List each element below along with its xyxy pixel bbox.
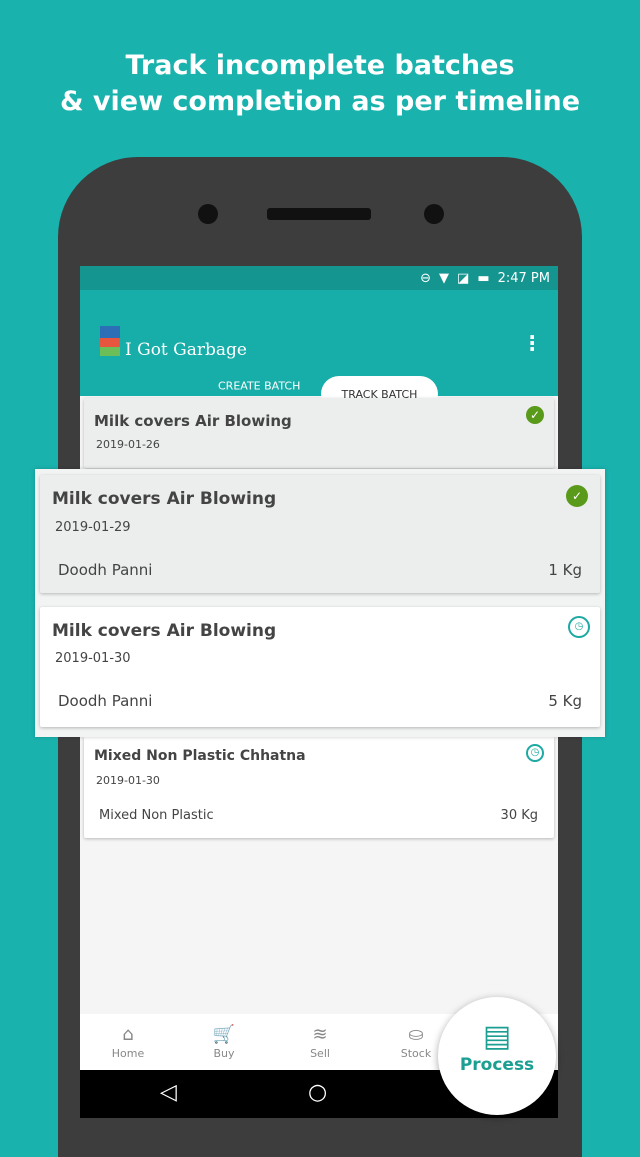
batch-date: 2019-01-30 <box>55 651 131 666</box>
clock: 2:47 PM <box>497 270 550 286</box>
batch-date: 2019-01-29 <box>55 520 131 535</box>
batch-title: Milk covers Air Blowing <box>94 412 292 430</box>
headline: Track incomplete batches & view completi… <box>0 48 640 120</box>
home-circle-icon[interactable]: ○ <box>308 1080 327 1105</box>
dnd-icon: ⊖ <box>420 270 432 286</box>
headline-line2: & view completion as per timeline <box>59 86 581 117</box>
battery-icon: ▬ <box>477 270 490 286</box>
batch-title: Milk covers Air Blowing <box>52 621 277 641</box>
clock-icon: ◷ <box>526 744 544 762</box>
batch-card[interactable]: Milk covers Air Blowing 2019-01-29 Doodh… <box>40 475 600 593</box>
wifi-icon: ▼ <box>439 270 450 286</box>
process-icon: ▤ <box>482 1019 512 1054</box>
cart-icon: 🛒 <box>212 1024 236 1045</box>
coins-icon: ≋ <box>312 1024 328 1045</box>
app-logo <box>100 326 120 356</box>
batch-card[interactable]: Milk covers Air Blowing 2019-01-30 Doodh… <box>40 607 600 727</box>
status-bar: ⊖ ▼ ◪ ▬ 2:47 PM <box>80 266 558 290</box>
clock-icon: ◷ <box>568 616 590 638</box>
batch-title: Milk covers Air Blowing <box>52 489 277 509</box>
check-circle-icon: ✓ <box>566 485 588 507</box>
batch-date: 2019-01-26 <box>96 438 160 451</box>
tab-create-batch[interactable]: CREATE BATCH <box>218 380 300 393</box>
batch-date: 2019-01-30 <box>96 774 160 787</box>
no-sim-icon: ◪ <box>457 270 470 286</box>
camera <box>198 204 218 224</box>
batch-card[interactable]: Milk covers Air Blowing 2019-01-26 ✓ <box>84 398 554 468</box>
app-bar: I Got Garbage · · · CREATE BATCH TRACK BAT… <box>80 290 558 412</box>
batch-title: Mixed Non Plastic Chhatna <box>94 748 306 764</box>
batch-weight: 30 Kg <box>500 808 538 823</box>
zoomed-cards-panel: Milk covers Air Blowing 2019-01-29 Doodh… <box>35 469 605 737</box>
batch-item: Mixed Non Plastic <box>99 808 214 823</box>
batch-weight: 1 Kg <box>548 561 582 579</box>
nav-process-label: Process <box>459 1055 535 1075</box>
nav-buy[interactable]: 🛒 Buy <box>176 1014 272 1070</box>
app-title: I Got Garbage <box>125 340 247 360</box>
batch-item: Doodh Panni <box>58 561 153 579</box>
headline-line1: Track incomplete batches <box>125 50 515 81</box>
check-circle-icon: ✓ <box>526 406 544 424</box>
back-icon[interactable]: ◁ <box>160 1080 177 1105</box>
home-icon: ⌂ <box>122 1024 134 1045</box>
nav-process[interactable]: ▤ Process <box>438 997 556 1115</box>
nav-sell[interactable]: ≋ Sell <box>272 1014 368 1070</box>
sensor <box>424 204 444 224</box>
speaker <box>267 208 371 220</box>
batch-card[interactable]: Mixed Non Plastic Chhatna 2019-01-30 Mix… <box>84 736 554 838</box>
batch-weight: 5 Kg <box>548 692 582 710</box>
more-menu-icon[interactable]: · · · <box>528 327 536 359</box>
nav-home[interactable]: ⌂ Home <box>80 1014 176 1070</box>
batch-item: Doodh Panni <box>58 692 153 710</box>
